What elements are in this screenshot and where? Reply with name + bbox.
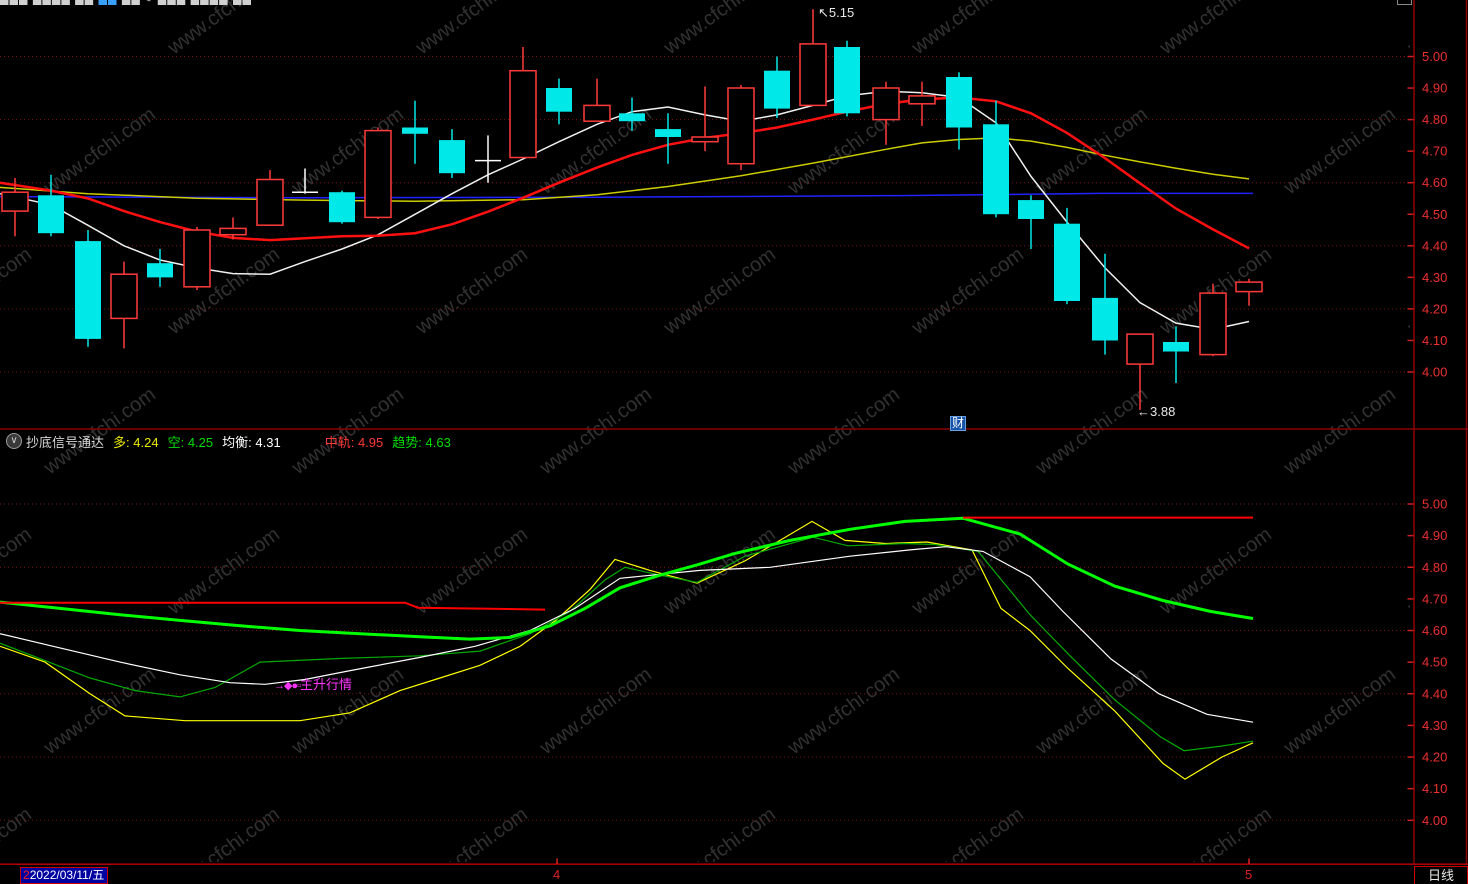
indicator-value-zhonggui: 中轨: 4.95 (324, 434, 384, 450)
svg-text:4.80: 4.80 (1422, 560, 1447, 575)
svg-text:4.00: 4.00 (1422, 365, 1447, 380)
svg-text:4.40: 4.40 (1422, 238, 1447, 253)
collapse-chevron-icon[interactable]: ∨ (6, 433, 22, 449)
low-price-annotation: ←3.88 (1137, 404, 1176, 419)
svg-text:4.70: 4.70 (1422, 144, 1447, 159)
svg-text:4.00: 4.00 (1422, 813, 1447, 828)
indicator-value-kong: 空: 4.25 (167, 434, 214, 450)
svg-text:4.90: 4.90 (1422, 81, 1447, 96)
svg-text:4.30: 4.30 (1422, 718, 1447, 733)
svg-text:4.30: 4.30 (1422, 270, 1447, 285)
svg-text:5.00: 5.00 (1422, 49, 1447, 64)
period-selector[interactable]: 日线 (1414, 865, 1468, 884)
svg-text:4.20: 4.20 (1422, 301, 1447, 316)
finance-report-badge[interactable]: 财 (950, 416, 967, 431)
month-4-tick-label: 4 (553, 867, 561, 882)
arrow-up-left-icon: ↖ (818, 5, 829, 20)
high-price-annotation: ↖5.15 (818, 5, 855, 20)
clipped-header-strip: ███ ████ ██ ██ ██ ● ███ ████ ██ (0, 0, 1410, 5)
month-2-label: 2 (23, 868, 30, 882)
indicator-header: ∨ 抄底信号通达 多: 4.24 空: 4.25 均衡: 4.31 中轨: 4.… (0, 432, 451, 450)
svg-text:4.20: 4.20 (1422, 750, 1447, 765)
timeline-bar: 22022/03/11/五 4 5 日线 (0, 864, 1468, 884)
svg-text:4.70: 4.70 (1422, 591, 1447, 606)
partial-widget (1397, 0, 1412, 5)
svg-text:4.90: 4.90 (1422, 528, 1447, 543)
svg-text:4.80: 4.80 (1422, 112, 1447, 127)
date-label: 22022/03/11/五 (20, 867, 109, 884)
bull-market-annotation: →◆●▫主升行情 (274, 677, 353, 692)
svg-text:4.50: 4.50 (1422, 207, 1447, 222)
svg-text:4.10: 4.10 (1422, 333, 1447, 348)
indicator-value-duo: 多: 4.24 (113, 434, 159, 450)
signal-dots-icon: →◆●▫ (274, 680, 301, 692)
month-5-tick-label: 5 (1245, 867, 1253, 882)
indicator-value-qushi: 趋势: 4.63 (392, 434, 451, 450)
indicator-value-junheng: 均衡: 4.31 (222, 434, 281, 450)
clipped-header-text: ███ ████ ██ ██ ██ ● ███ ████ ██ (0, 0, 1410, 5)
svg-text:4.60: 4.60 (1422, 175, 1447, 190)
svg-text:4.60: 4.60 (1422, 623, 1447, 638)
arrow-left-icon: ← (1137, 404, 1150, 419)
svg-text:4.50: 4.50 (1422, 655, 1447, 670)
indicator-title: 抄底信号通达 (26, 434, 105, 450)
stock-chart-window: www.cfchi.com www.cfchi.com www.cfchi.com w… (0, 0, 1468, 884)
svg-text:4.40: 4.40 (1422, 686, 1447, 701)
svg-text:4.10: 4.10 (1422, 781, 1447, 796)
svg-text:5.00: 5.00 (1422, 497, 1447, 512)
